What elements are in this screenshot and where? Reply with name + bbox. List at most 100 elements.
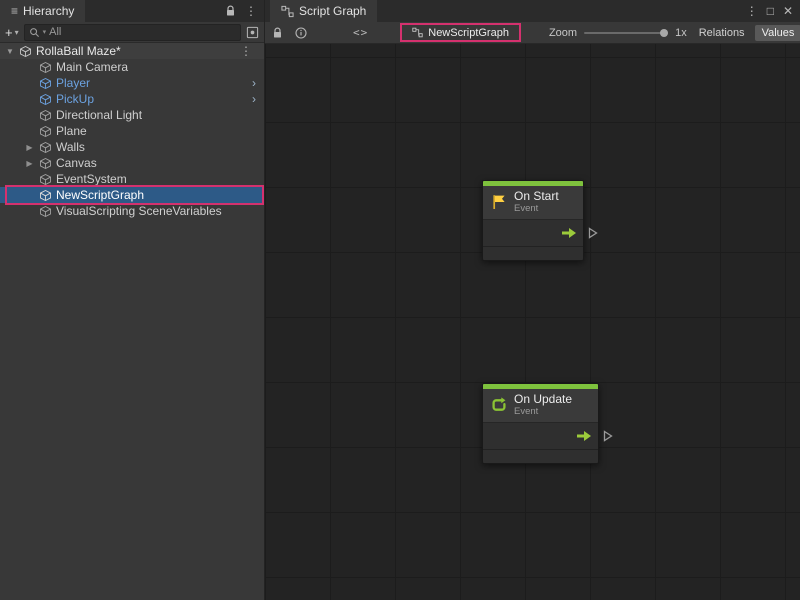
hierarchy-menu-icon[interactable]: ⋮ [245,5,257,17]
item-label: Main Camera [56,60,128,74]
hierarchy-item-newscriptgraph[interactable]: NewScriptGraph [0,187,264,203]
scene-name: RollaBall Maze* [36,44,121,58]
node-title: On Update [514,393,572,407]
gameobject-icon [39,157,52,170]
update-loop-icon [490,396,508,414]
hierarchy-tree: ▼ RollaBall Maze* ⋮ Main Camera Player ›… [0,43,264,219]
script-graph-icon [412,27,423,38]
graph-toolbar: <> NewScriptGraph Zoom 1x Relations Valu… [265,22,800,44]
graph-tabbar: Script Graph ⋮ □ ✕ [265,0,800,22]
item-label: Plane [56,124,87,138]
tab-hierarchy-label: Hierarchy [23,4,74,18]
connection-triangle-icon[interactable] [603,430,613,442]
graph-canvas[interactable]: On Start Event On Update Event [265,44,800,600]
expand-arrow-icon[interactable]: ▶ [24,159,35,168]
maximize-icon[interactable]: □ [767,5,774,17]
values-toggle[interactable]: Values [755,25,800,41]
close-icon[interactable]: ✕ [783,5,793,17]
gameobject-icon [39,61,52,74]
zoom-control: Zoom 1x [549,27,687,39]
edit-source-icon[interactable]: <> [353,26,368,39]
gameobject-icon [39,189,52,202]
tab-hierarchy[interactable]: ≡ Hierarchy [0,0,85,22]
node-ports [483,422,598,449]
item-label: VisualScripting SceneVariables [56,204,222,218]
node-ports [483,219,583,246]
hierarchy-panel: ≡ Hierarchy ⋮ + ▾ ▾ All ▼ [0,0,265,600]
expand-arrow-icon[interactable]: ▶ [24,143,35,152]
relations-toggle[interactable]: Relations [699,27,745,39]
zoom-slider-handle[interactable] [660,29,668,37]
tab-script-graph[interactable]: Script Graph [270,0,377,22]
node-on-update[interactable]: On Update Event [482,383,599,464]
graph-name-box[interactable]: NewScriptGraph [400,23,521,42]
graph-toolbar-toggles: Relations Values Di [699,25,800,41]
hierarchy-item-directional-light[interactable]: Directional Light [0,107,264,123]
scene-row[interactable]: ▼ RollaBall Maze* ⋮ [0,43,264,59]
add-gameobject-button[interactable]: + ▾ [5,25,19,40]
item-label: EventSystem [56,172,127,186]
gameobject-icon [39,205,52,218]
hierarchy-item-canvas[interactable]: ▶ Canvas [0,155,264,171]
gameobject-icon [39,173,52,186]
collapse-icon[interactable]: ▼ [5,47,15,56]
scene-menu-icon[interactable]: ⋮ [240,45,264,57]
node-header[interactable]: On Start Event [483,186,583,219]
hierarchy-item-visualscripting-scenevariables[interactable]: VisualScripting SceneVariables [0,203,264,219]
node-subtitle: Event [514,204,559,215]
hierarchy-tabbar: ≡ Hierarchy ⋮ [0,0,264,22]
script-graph-panel: Script Graph ⋮ □ ✕ <> NewScriptGraph Zoo… [265,0,800,600]
item-label: Directional Light [56,108,142,122]
unity-scene-icon [19,45,32,58]
search-icon [29,27,40,38]
hierarchy-item-player[interactable]: Player › [0,75,264,91]
hierarchy-icon: ≡ [11,5,18,17]
window-menu-icon[interactable]: ⋮ [746,5,758,17]
window-controls: ⋮ □ ✕ [746,0,793,22]
item-label: NewScriptGraph [56,188,144,202]
lock-icon[interactable] [225,5,236,17]
graph-name: NewScriptGraph [428,27,509,39]
prefab-open-chevron-icon[interactable]: › [252,92,264,106]
item-label: Player [56,76,90,90]
script-graph-tab-icon [281,5,294,18]
zoom-label: Zoom [549,27,577,39]
prefab-icon [39,77,52,90]
unity-editor-window: ≡ Hierarchy ⋮ + ▾ ▾ All ▼ [0,0,800,600]
node-on-start[interactable]: On Start Event [482,180,584,261]
scene-picker-icon[interactable] [246,26,259,39]
prefab-open-chevron-icon[interactable]: › [252,76,264,90]
gameobject-icon [39,125,52,138]
tab-script-graph-label: Script Graph [299,4,366,18]
add-label: + [5,25,13,40]
node-header[interactable]: On Update Event [483,389,598,422]
gameobject-icon [39,109,52,122]
output-flow-arrow-icon[interactable] [561,227,577,239]
info-icon[interactable] [295,27,307,39]
search-filter-caret-icon: ▾ [43,28,47,36]
item-label: PickUp [56,92,94,106]
hierarchy-item-pickup[interactable]: PickUp › [0,91,264,107]
item-label: Walls [56,140,85,154]
output-flow-arrow-icon[interactable] [576,430,592,442]
hierarchy-toolbar: + ▾ ▾ All [0,22,264,43]
graph-lock-icon[interactable] [272,27,283,39]
hierarchy-item-eventsystem[interactable]: EventSystem [0,171,264,187]
hierarchy-item-walls[interactable]: ▶ Walls [0,139,264,155]
search-value: All [49,26,61,38]
node-footer [483,449,598,463]
hierarchy-tab-icons: ⋮ [225,0,257,22]
zoom-slider[interactable] [584,32,668,34]
hierarchy-item-main-camera[interactable]: Main Camera [0,59,264,75]
item-label: Canvas [56,156,97,170]
search-input[interactable]: ▾ All [24,24,241,41]
caret-down-icon: ▾ [15,28,19,37]
prefab-icon [39,93,52,106]
node-title: On Start [514,190,559,204]
connection-triangle-icon[interactable] [588,227,598,239]
zoom-value: 1x [675,27,687,39]
gameobject-icon [39,141,52,154]
start-flag-icon [490,193,508,211]
node-footer [483,246,583,260]
hierarchy-item-plane[interactable]: Plane [0,123,264,139]
